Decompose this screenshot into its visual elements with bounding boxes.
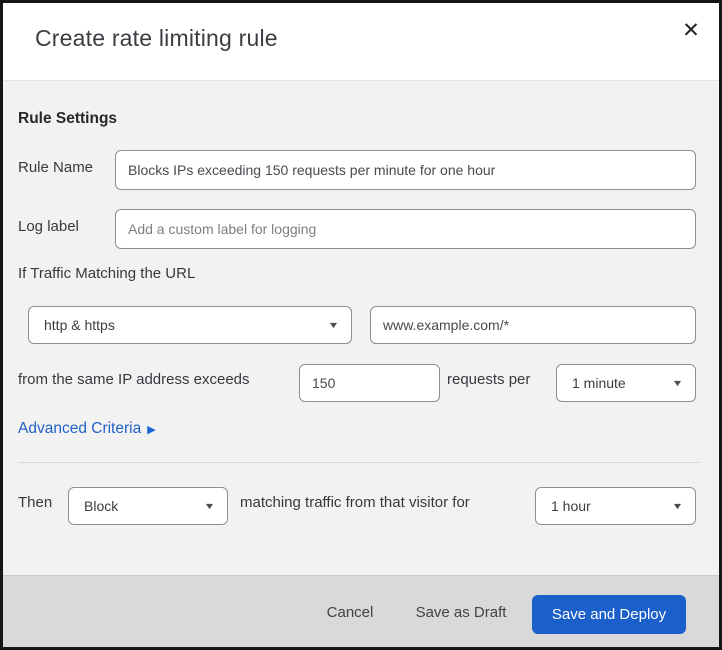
rule-name-label: Rule Name [18, 159, 94, 176]
action-select-value: Block [84, 498, 119, 514]
duration-select-value: 1 hour [551, 498, 591, 514]
create-rate-limiting-rule-dialog: Create rate limiting rule ✕ Rule Setting… [0, 0, 722, 650]
save-and-deploy-button[interactable]: Save and Deploy [532, 595, 686, 634]
request-count-input[interactable] [299, 364, 440, 402]
log-label-input[interactable] [115, 209, 696, 249]
section-divider [18, 462, 701, 463]
protocol-select[interactable]: http & https ▼ [28, 306, 352, 344]
exceeds-text: from the same IP address exceeds [18, 371, 250, 388]
url-pattern-input[interactable] [370, 306, 696, 344]
advanced-criteria-label: Advanced Criteria [18, 420, 142, 437]
save-as-draft-button[interactable]: Save as Draft [398, 593, 524, 631]
page-title: Create rate limiting rule [35, 25, 278, 51]
protocol-select-value: http & https [44, 317, 115, 333]
chevron-down-icon: ▼ [327, 320, 340, 330]
chevron-down-icon: ▼ [671, 501, 684, 511]
duration-select[interactable]: 1 hour ▼ [535, 487, 696, 525]
period-select[interactable]: 1 minute ▼ [556, 364, 696, 402]
rule-name-input[interactable] [115, 150, 696, 190]
advanced-criteria-link[interactable]: Advanced Criteria ▶ [18, 420, 156, 438]
requests-per-text: requests per [447, 371, 531, 388]
period-select-value: 1 minute [572, 375, 626, 391]
chevron-down-icon: ▼ [671, 378, 684, 388]
chevron-down-icon: ▼ [203, 501, 216, 511]
close-icon[interactable]: ✕ [677, 17, 705, 45]
rule-settings-heading: Rule Settings [18, 110, 118, 127]
dialog-header: Create rate limiting rule ✕ [3, 3, 719, 81]
log-label-label: Log label [18, 218, 79, 235]
matching-traffic-text: matching traffic from that visitor for [240, 494, 470, 511]
then-text: Then [18, 494, 53, 511]
action-select[interactable]: Block ▼ [68, 487, 228, 525]
if-traffic-matching-text: If Traffic Matching the URL [18, 265, 196, 282]
expand-arrow-icon: ▶ [147, 423, 156, 436]
cancel-button[interactable]: Cancel [306, 593, 394, 631]
